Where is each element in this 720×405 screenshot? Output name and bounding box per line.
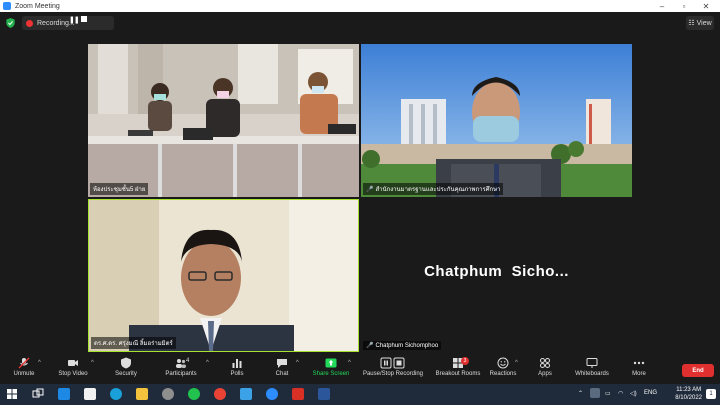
mic-muted-icon: 🎤 bbox=[366, 343, 374, 349]
zoom-taskbar-icon[interactable] bbox=[240, 388, 252, 400]
pause-stop-recording-button[interactable]: Pause/Stop Recording bbox=[362, 357, 424, 383]
video-camera-icon bbox=[68, 360, 78, 366]
line-app-icon[interactable] bbox=[188, 388, 200, 400]
security-button[interactable]: Security bbox=[96, 357, 156, 383]
wifi-icon[interactable]: ◠ bbox=[618, 390, 623, 397]
mic-muted-icon: 🎤 bbox=[366, 186, 374, 193]
participant-name-tag: ดร.ศ.ดร. ศรุ่งมณี ลิ้มอร่ามมิตร์ bbox=[91, 337, 176, 349]
share-screen-icon bbox=[325, 358, 337, 368]
zoom-meeting-taskbar-icon[interactable] bbox=[266, 388, 278, 400]
participant-name: Chatphum Sichomphoo bbox=[375, 342, 439, 349]
video-tile-quality-office[interactable]: 🎤 สำนักงานมาตรฐานและประกันคุณภาพการศึกษา bbox=[361, 44, 632, 197]
close-icon[interactable]: ✕ bbox=[696, 0, 716, 12]
photos-app-icon[interactable] bbox=[162, 388, 174, 400]
view-label: View bbox=[696, 19, 712, 27]
edge-browser-icon[interactable] bbox=[110, 388, 122, 400]
word-app-icon[interactable] bbox=[318, 388, 330, 400]
pause-stop-icon bbox=[380, 357, 405, 369]
active-speaker-video bbox=[89, 200, 358, 351]
windows-start-icon[interactable] bbox=[6, 388, 18, 400]
breakout-rooms-badge: 3 bbox=[461, 357, 469, 365]
windows-taskbar: ⌃ ▭ ◠ ◁) ENG 11:23 AM 8/10/2022 1 bbox=[0, 384, 720, 405]
participant-display-name: Chatphum Sicho... bbox=[424, 263, 569, 280]
participant-name: ห้องประชุมชั้น5 ฝ่าย bbox=[93, 187, 146, 193]
tray-expand-icon[interactable]: ⌃ bbox=[578, 390, 583, 397]
system-clock[interactable]: 11:23 AM 8/10/2022 bbox=[675, 386, 702, 402]
recording-indicator: Recording... bbox=[22, 16, 114, 30]
zoom-app-icon bbox=[3, 2, 11, 10]
window-titlebar: Zoom Meeting – ▫ ✕ bbox=[0, 0, 720, 12]
mail-app-icon[interactable] bbox=[58, 388, 70, 400]
chrome-browser-icon[interactable] bbox=[214, 388, 226, 400]
mic-muted-icon bbox=[18, 357, 30, 369]
encryption-shield-icon[interactable] bbox=[6, 18, 15, 28]
quality-office-video bbox=[361, 44, 632, 197]
meeting-controls-toolbar: Unmute ^ Stop Video ^ Security Participa… bbox=[0, 355, 720, 384]
tray-app-icon[interactable] bbox=[590, 388, 600, 398]
stop-video-button[interactable]: Stop Video bbox=[43, 357, 103, 383]
clock-time: 11:23 AM bbox=[676, 387, 702, 393]
view-grid-icon: ☷ bbox=[688, 20, 695, 27]
participant-name: สำนักงานมาตรฐานและประกันคุณภาพการศึกษา bbox=[375, 187, 501, 193]
battery-icon[interactable]: ▭ bbox=[605, 390, 611, 397]
view-button[interactable]: ☷ View bbox=[686, 16, 714, 30]
participant-name: ดร.ศ.ดร. ศรุ่งมณี ลิ้มอร่ามมิตร์ bbox=[94, 341, 173, 347]
participants-count: 4 bbox=[186, 358, 190, 364]
participants-button[interactable]: Participants bbox=[151, 357, 211, 383]
participant-name-tag: ห้องประชุมชั้น5 ฝ่าย bbox=[90, 183, 149, 195]
pdf-reader-icon[interactable] bbox=[292, 388, 304, 400]
participant-name-tag: 🎤 สำนักงานมาตรฐานและประกันคุณภาพการศึกษา bbox=[363, 183, 504, 195]
polls-icon bbox=[232, 359, 242, 368]
window-title: Zoom Meeting bbox=[15, 2, 60, 10]
notification-center-icon[interactable]: 1 bbox=[706, 389, 716, 399]
clock-date: 8/10/2022 bbox=[675, 395, 702, 401]
video-options-caret-icon[interactable]: ^ bbox=[91, 360, 94, 366]
apps-icon bbox=[540, 358, 550, 368]
stop-recording-icon[interactable] bbox=[81, 16, 87, 22]
share-screen-button[interactable]: Share Screen bbox=[301, 357, 361, 383]
maximize-icon[interactable]: ▫ bbox=[674, 0, 694, 12]
minimize-icon[interactable]: – bbox=[652, 0, 672, 12]
whiteboard-icon bbox=[586, 358, 598, 368]
recording-dot-icon bbox=[26, 19, 33, 27]
task-view-icon[interactable] bbox=[32, 388, 44, 400]
video-tile-active-speaker[interactable]: ดร.ศ.ดร. ศรุ่งมณี ลิ้มอร่ามมิตร์ bbox=[88, 199, 359, 352]
volume-icon[interactable]: ◁) bbox=[630, 390, 637, 397]
video-tile-video-off[interactable]: Chatphum Sicho... 🎤 Chatphum Sichomphoo bbox=[361, 199, 632, 352]
input-language[interactable]: ENG bbox=[644, 390, 657, 396]
shield-icon bbox=[121, 357, 131, 369]
end-meeting-button[interactable]: End bbox=[682, 364, 714, 377]
video-tile-meeting-room[interactable]: ห้องประชุมชั้น5 ฝ่าย bbox=[88, 44, 359, 197]
meeting-room-video bbox=[88, 44, 359, 197]
chat-caret-icon[interactable]: ^ bbox=[296, 360, 299, 366]
file-explorer-icon[interactable] bbox=[136, 388, 148, 400]
meeting-stage: Recording... ❚❚ ☷ View ห้องประชุมชั้น5 ฝ… bbox=[0, 12, 720, 355]
more-button[interactable]: More bbox=[609, 357, 669, 383]
share-caret-icon[interactable]: ^ bbox=[348, 360, 351, 366]
reactions-icon bbox=[497, 357, 509, 369]
chat-icon bbox=[277, 359, 287, 368]
audio-options-caret-icon[interactable]: ^ bbox=[38, 360, 41, 366]
store-app-icon[interactable] bbox=[84, 388, 96, 400]
pause-recording-icon[interactable]: ❚❚ bbox=[69, 16, 80, 24]
more-icon bbox=[633, 361, 645, 365]
participant-name-tag: 🎤 Chatphum Sichomphoo bbox=[363, 341, 442, 350]
